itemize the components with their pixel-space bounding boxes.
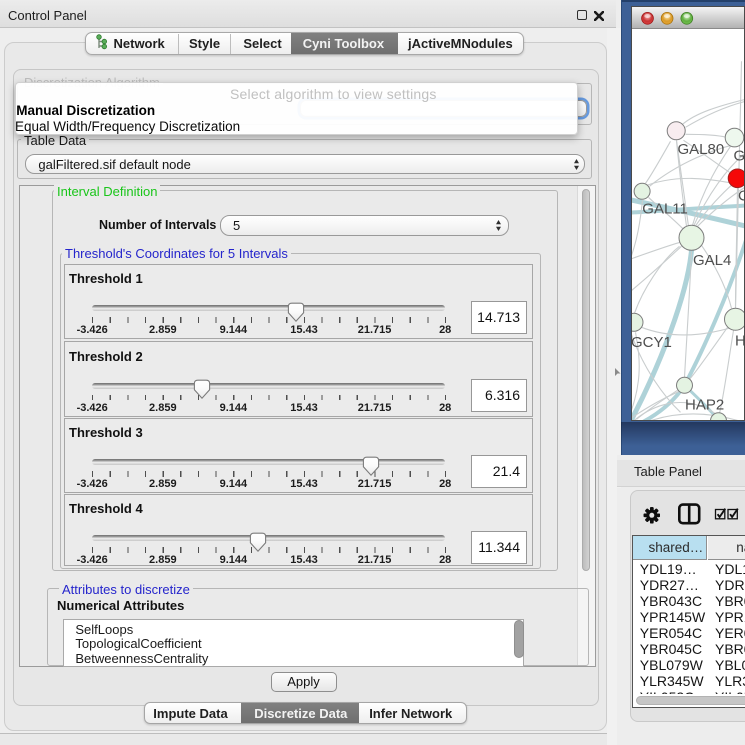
svg-text:H: H [735,332,745,349]
svg-text:GAL80: GAL80 [678,140,725,157]
svg-text:HAP2: HAP2 [685,396,724,413]
svg-text:GAL11: GAL11 [643,200,689,217]
svg-text:GCY1: GCY1 [632,333,672,350]
svg-text:GAL: GAL [734,147,745,164]
svg-text:GAL4: GAL4 [693,251,731,268]
svg-text:C: C [738,187,745,204]
